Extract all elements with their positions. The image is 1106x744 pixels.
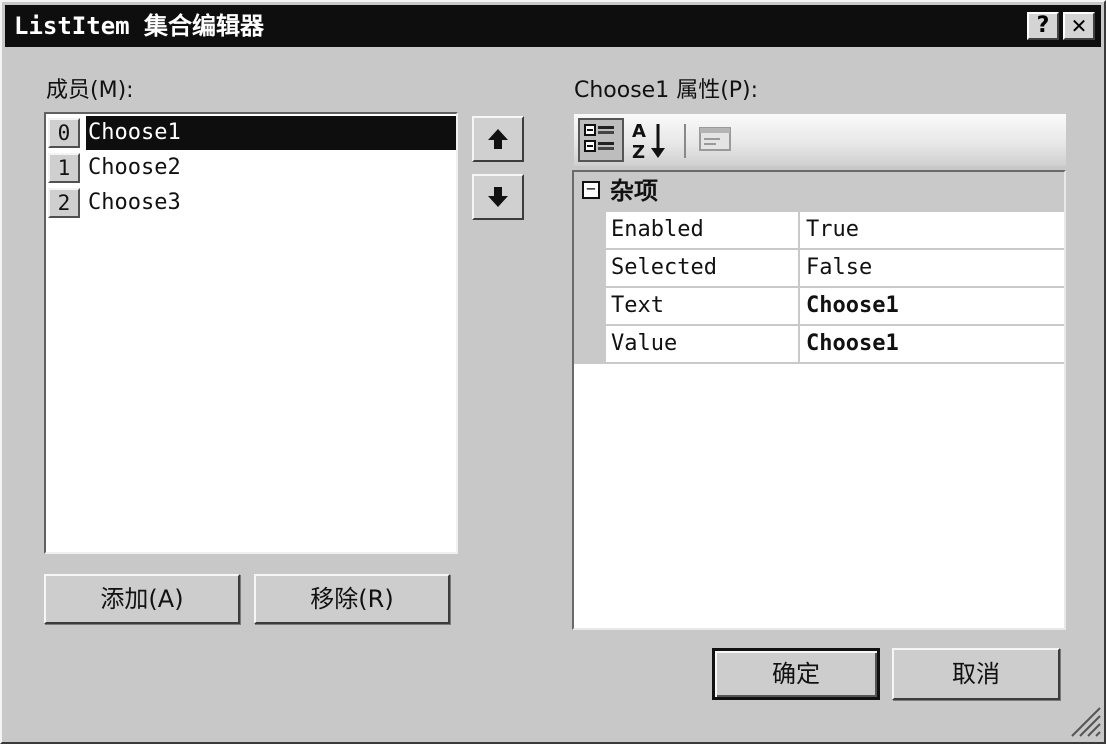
property-row-selected[interactable]: Selected False	[606, 250, 1064, 288]
resize-grip-icon[interactable]	[1068, 702, 1102, 738]
item-name: Choose2	[88, 155, 181, 180]
item-index-badge: 2	[48, 188, 80, 218]
property-name: Enabled	[606, 212, 800, 248]
item-name: Choose3	[88, 190, 181, 215]
categorized-icon	[584, 124, 614, 152]
toolbar-separator	[684, 124, 686, 158]
item-index-badge: 0	[48, 118, 80, 148]
property-value[interactable]: Choose1	[806, 326, 899, 362]
properties-label: Choose1 属性(P):	[574, 78, 759, 103]
property-grid-toolbar: A Z	[574, 114, 1066, 166]
list-item[interactable]: 2 Choose3	[48, 186, 456, 220]
members-list[interactable]: 0 Choose1 1 Choose2 2 Choose3	[44, 112, 458, 554]
title-bar[interactable]: ListItem 集合编辑器 ? ✕	[5, 5, 1101, 47]
alphabetical-button[interactable]: A Z	[628, 118, 672, 163]
categorized-button[interactable]	[578, 118, 624, 162]
arrow-down-icon	[488, 187, 508, 207]
category-label: 杂项	[610, 177, 658, 205]
arrow-up-icon	[488, 129, 508, 149]
move-down-button[interactable]	[472, 174, 524, 220]
property-value[interactable]: False	[806, 250, 872, 286]
svg-text:Z: Z	[632, 142, 645, 162]
close-button[interactable]: ✕	[1063, 12, 1095, 40]
svg-text:A: A	[632, 121, 646, 142]
list-item[interactable]: 1 Choose2	[48, 151, 456, 185]
window-title: ListItem 集合编辑器	[14, 12, 265, 40]
collapse-toggle-icon[interactable]: −	[582, 181, 600, 199]
property-name: Value	[606, 326, 800, 362]
list-item[interactable]: 0 Choose1	[48, 116, 456, 150]
property-pages-button[interactable]	[694, 120, 738, 162]
move-up-button[interactable]	[472, 116, 524, 162]
item-name: Choose1	[86, 116, 456, 150]
property-grid[interactable]: − 杂项 Enabled True Selected False Text Ch…	[572, 170, 1066, 630]
add-button[interactable]: 添加(A)	[44, 574, 240, 624]
property-name: Text	[606, 288, 800, 324]
property-row-value[interactable]: Value Choose1	[606, 326, 1064, 364]
help-button[interactable]: ?	[1027, 12, 1059, 40]
ok-button[interactable]: 确定	[712, 648, 880, 700]
property-row-text[interactable]: Text Choose1	[606, 288, 1064, 326]
item-index-badge: 1	[48, 153, 80, 183]
property-name: Selected	[606, 250, 800, 286]
collection-editor-dialog: ListItem 集合编辑器 ? ✕ 成员(M): 0 Choose1 1 Ch…	[0, 0, 1106, 744]
members-label: 成员(M):	[46, 78, 134, 103]
property-value[interactable]: True	[806, 212, 859, 248]
cancel-button[interactable]: 取消	[892, 648, 1060, 700]
grid-margin	[574, 212, 606, 364]
category-header[interactable]: − 杂项	[574, 172, 1064, 212]
remove-button[interactable]: 移除(R)	[254, 574, 450, 624]
alphabetical-sort-icon: A Z	[632, 121, 665, 163]
property-pages-icon	[699, 127, 731, 151]
property-value[interactable]: Choose1	[806, 288, 899, 324]
property-row-enabled[interactable]: Enabled True	[606, 212, 1064, 250]
